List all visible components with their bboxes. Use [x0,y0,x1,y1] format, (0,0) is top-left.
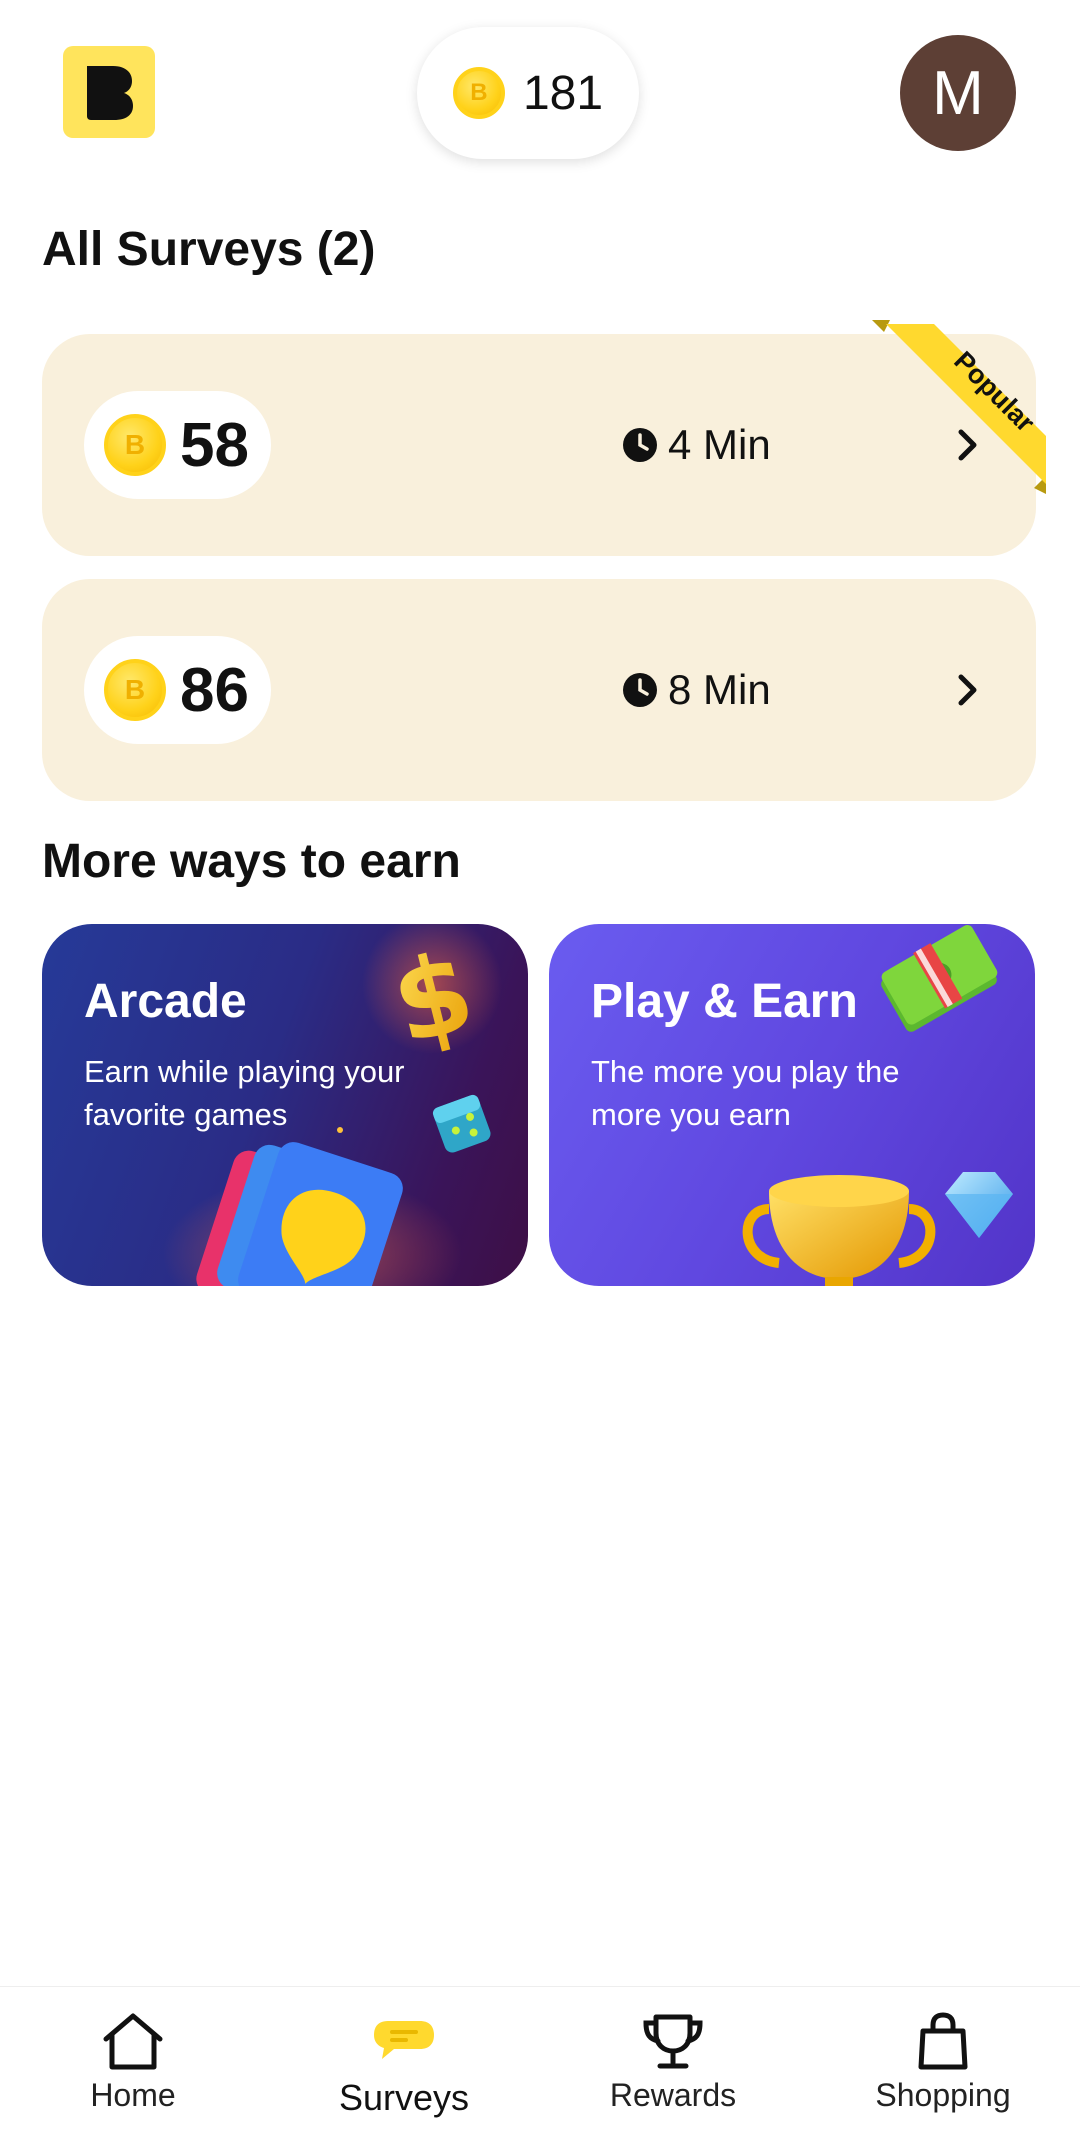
arcade-card[interactable]: $ Arcade Earn while playing your favorit… [42,924,528,1286]
reward-value: 58 [180,410,249,480]
reward-value: 86 [180,655,249,725]
surveys-section-title: All Surveys (2) [42,223,376,276]
balance-value: 181 [522,66,604,120]
chat-bubble-icon [374,2021,434,2059]
survey-duration: 4 Min [622,334,771,556]
duration-label: 4 Min [668,421,771,468]
survey-card[interactable]: B 86 8 Min [42,579,1036,801]
survey-card[interactable]: B 58 4 Min [42,334,1036,556]
arcade-description: Earn while playing your favorite games [84,1054,405,1132]
nav-surveys-label: Surveys [338,2077,470,2118]
nav-home-label: Home [90,2077,176,2113]
nav-surveys[interactable]: Surveys [304,1987,504,2133]
nav-shopping[interactable]: Shopping [843,1987,1043,2133]
clock-icon [623,428,657,462]
nav-rewards[interactable]: Rewards [573,1987,773,2133]
avatar-initial: M [932,58,984,128]
home-icon [103,2013,163,2070]
duration-label: 8 Min [668,666,771,713]
bottom-navigation: Home Surveys Rewards Shopping [0,1986,1080,2133]
survey-reward: B 58 [84,391,271,499]
arcade-title: Arcade [84,975,247,1028]
survey-duration: 8 Min [622,579,771,801]
survey-reward: B 86 [84,636,271,744]
coin-icon: B [452,67,505,119]
coin-icon: B [104,659,166,721]
app-logo[interactable] [63,46,155,138]
clock-icon [623,673,657,707]
nav-rewards-label: Rewards [609,2077,737,2113]
play-earn-title: Play & Earn [591,975,858,1028]
play-earn-card[interactable]: Play & Earn The more you play the more y… [549,924,1035,1286]
avatar[interactable]: M [900,35,1016,151]
play-earn-description: The more you play the more you earn [591,1054,900,1132]
chevron-right-icon [958,429,977,461]
top-bar: B 181 M [0,0,1080,200]
more-ways-section-title: More ways to earn [42,835,461,888]
logo-b-icon [87,66,133,120]
nav-home[interactable]: Home [33,1987,233,2133]
chevron-right-icon [958,674,977,706]
trophy-icon [643,2014,703,2069]
shopping-bag-icon [918,2012,968,2070]
coin-balance[interactable]: B 181 [417,27,639,159]
coin-icon: B [104,414,166,476]
nav-shopping-label: Shopping [875,2077,1011,2113]
